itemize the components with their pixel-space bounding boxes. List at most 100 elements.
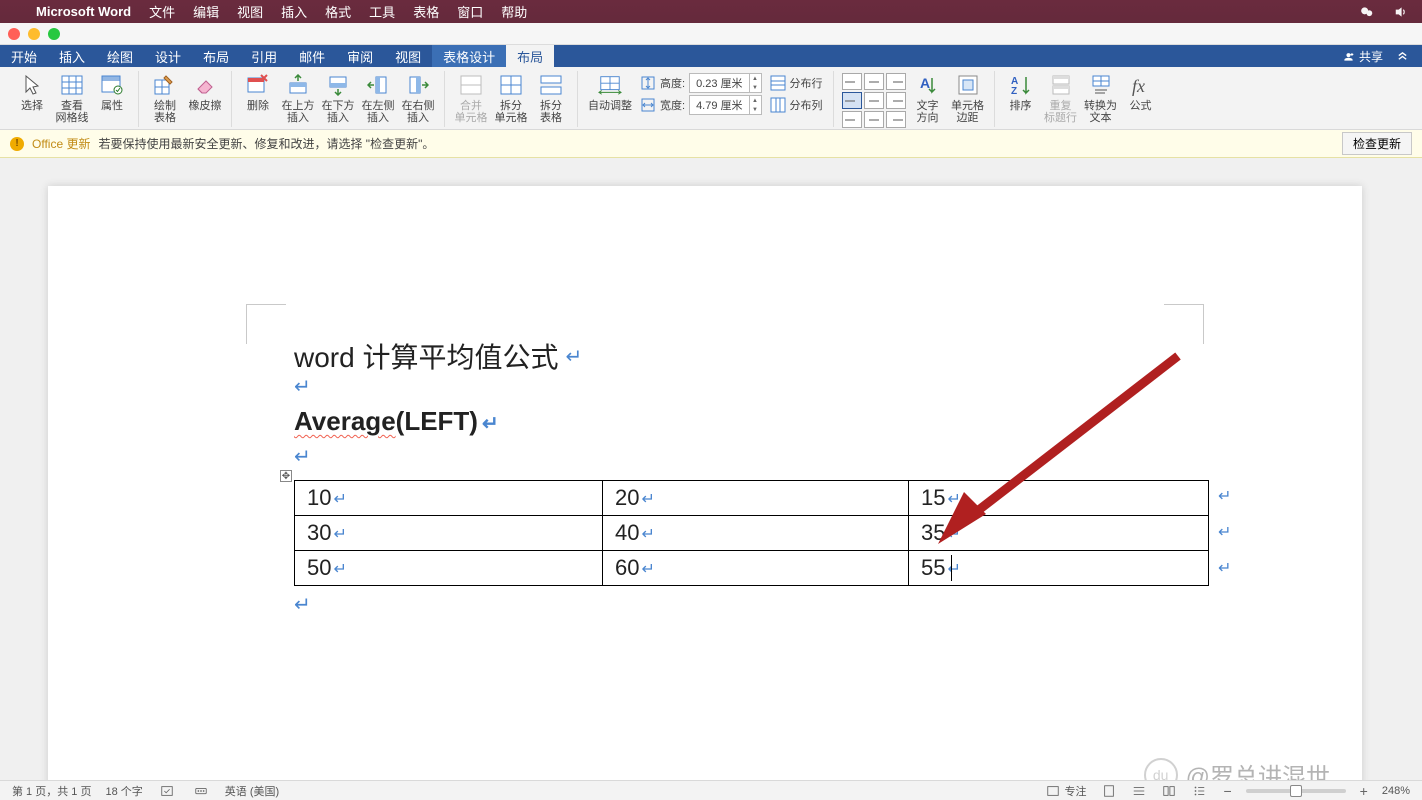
document-area: word 计算平均值公式↵ ↵ Average(LEFT)↵ ↵ ✥ 10↵ 2… [0, 158, 1422, 780]
annotation-arrow-icon [918, 346, 1188, 556]
split-table-button[interactable]: 拆分 表格 [531, 71, 571, 124]
status-words[interactable]: 18 个字 [105, 783, 142, 799]
split-cells-icon [499, 73, 523, 97]
status-bar: 第 1 页，共 1 页 18 个字 英语 (美国) 专注 − + 248% [0, 780, 1422, 800]
insert-below-button[interactable]: 在下方 插入 [318, 71, 358, 124]
cell-margins-icon [956, 73, 980, 97]
formula-button[interactable]: fx 公式 [1121, 71, 1161, 112]
menu-table[interactable]: 表格 [413, 2, 439, 21]
minimize-window-icon[interactable] [28, 28, 40, 40]
eraser-icon [193, 73, 217, 97]
tab-insert[interactable]: 插入 [48, 45, 96, 67]
menu-help[interactable]: 帮助 [501, 2, 527, 21]
select-button[interactable]: 选择 [12, 71, 52, 112]
paragraph-mark-icon: ↵ [565, 344, 582, 369]
insert-above-button[interactable]: 在上方 插入 [278, 71, 318, 124]
alignment-grid[interactable] [840, 71, 908, 130]
check-update-button[interactable]: 检查更新 [1342, 132, 1412, 155]
alert-icon: ! [10, 137, 24, 151]
tab-layout[interactable]: 布局 [192, 45, 240, 67]
insert-right-button[interactable]: 在右侧 插入 [398, 71, 438, 124]
close-window-icon[interactable] [8, 28, 20, 40]
doc-heading[interactable]: word 计算平均值公式↵ [294, 336, 582, 376]
tab-draw[interactable]: 绘图 [96, 45, 144, 67]
menu-file[interactable]: 文件 [149, 2, 175, 21]
row-end-mark-icon: ↵ [1218, 486, 1231, 506]
volume-icon[interactable] [1392, 5, 1410, 19]
status-language[interactable]: 英语 (美国) [225, 783, 279, 799]
menu-insert[interactable]: 插入 [281, 2, 307, 21]
mac-menubar: Microsoft Word 文件 编辑 视图 插入 格式 工具 表格 窗口 帮… [0, 0, 1422, 23]
view-mode-icon[interactable] [1159, 784, 1179, 798]
autofit-icon [598, 73, 622, 97]
height-input[interactable]: 0.23 厘米▲▼ [689, 73, 761, 93]
tab-mailings[interactable]: 邮件 [288, 45, 336, 67]
watermark-logo-icon: du [1144, 758, 1178, 781]
spellcheck-icon[interactable] [157, 784, 177, 798]
dictation-icon[interactable] [191, 784, 211, 798]
insert-left-button[interactable]: 在左侧 插入 [358, 71, 398, 124]
tab-table-design[interactable]: 表格设计 [432, 45, 506, 67]
menu-view[interactable]: 视图 [237, 2, 263, 21]
grid-icon [60, 73, 84, 97]
outline-icon[interactable] [1189, 784, 1209, 798]
menu-edit[interactable]: 编辑 [193, 2, 219, 21]
text-direction-button[interactable]: A 文字 方向 [908, 71, 948, 124]
delete-icon [246, 73, 270, 97]
pencil-table-icon [153, 73, 177, 97]
width-input[interactable]: 4.79 厘米▲▼ [689, 95, 761, 115]
insert-left-icon [366, 73, 390, 97]
formula-icon: fx [1129, 73, 1153, 97]
tab-design[interactable]: 设计 [144, 45, 192, 67]
web-layout-icon[interactable] [1129, 784, 1149, 798]
gridlines-button[interactable]: 查看 网格线 [52, 71, 92, 124]
zoom-window-icon[interactable] [48, 28, 60, 40]
distribute-rows-button[interactable]: 分布行 [770, 74, 823, 92]
table-move-handle-icon[interactable]: ✥ [280, 470, 292, 482]
print-layout-icon[interactable] [1099, 784, 1119, 798]
tab-review[interactable]: 审阅 [336, 45, 384, 67]
status-page[interactable]: 第 1 页，共 1 页 [12, 783, 91, 799]
properties-button[interactable]: 属性 [92, 71, 132, 112]
avg-formula-text[interactable]: Average(LEFT)↵ [294, 406, 499, 437]
ribbon-collapse-icon[interactable] [1397, 51, 1408, 62]
page[interactable]: word 计算平均值公式↵ ↵ Average(LEFT)↵ ↵ ✥ 10↵ 2… [48, 186, 1362, 780]
menu-tools[interactable]: 工具 [369, 2, 395, 21]
menu-window[interactable]: 窗口 [457, 2, 483, 21]
tab-home[interactable]: 开始 [0, 45, 48, 67]
share-button[interactable]: 共享 [1343, 48, 1383, 65]
insert-above-icon [286, 73, 310, 97]
tab-view[interactable]: 视图 [384, 45, 432, 67]
svg-text:A: A [920, 75, 930, 91]
update-banner: ! Office 更新 若要保持使用最新安全更新、修复和改进，请选择 "检查更新… [0, 130, 1422, 158]
delete-button[interactable]: 删除 [238, 71, 278, 112]
app-name[interactable]: Microsoft Word [36, 4, 131, 19]
tab-references[interactable]: 引用 [240, 45, 288, 67]
height-label: 高度: [660, 75, 685, 91]
insert-right-icon [406, 73, 430, 97]
cell-margins-button[interactable]: 单元格 边距 [948, 71, 988, 124]
distribute-group: 分布行 分布列 [766, 71, 827, 117]
ribbon: 选择 查看 网格线 属性 绘制 表格 橡皮擦 删除 在上方 插入 [0, 67, 1422, 130]
height-icon [640, 75, 656, 91]
wechat-icon[interactable] [1358, 5, 1376, 19]
eraser-button[interactable]: 橡皮擦 [185, 71, 225, 112]
insert-below-icon [326, 73, 350, 97]
zoom-out-button[interactable]: − [1219, 783, 1235, 799]
focus-mode-button[interactable]: 专注 [1043, 783, 1089, 799]
split-cells-button[interactable]: 拆分 单元格 [491, 71, 531, 124]
row-end-mark-icon: ↵ [1218, 558, 1231, 578]
distribute-cols-button[interactable]: 分布列 [770, 96, 823, 114]
sort-button[interactable]: AZ 排序 [1001, 71, 1041, 112]
convert-to-text-button[interactable]: 转换为 文本 [1081, 71, 1121, 124]
menu-format[interactable]: 格式 [325, 2, 351, 21]
zoom-in-button[interactable]: + [1356, 783, 1372, 799]
autofit-button[interactable]: 自动调整 [584, 71, 636, 112]
banner-msg: 若要保持使用最新安全更新、修复和改进，请选择 "检查更新"。 [98, 135, 434, 152]
properties-icon [100, 73, 124, 97]
zoom-slider[interactable] [1246, 789, 1346, 793]
draw-table-button[interactable]: 绘制 表格 [145, 71, 185, 124]
tab-table-layout[interactable]: 布局 [506, 45, 554, 67]
group-table: 选择 查看 网格线 属性 [6, 71, 139, 127]
zoom-value[interactable]: 248% [1382, 785, 1410, 797]
